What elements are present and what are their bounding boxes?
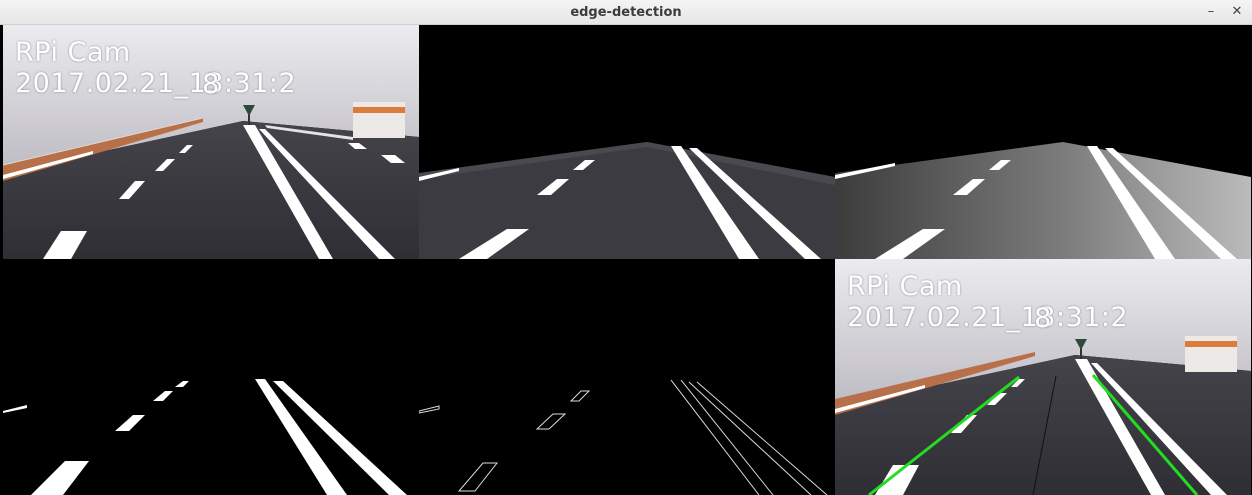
- edges-frame-pane: [419, 259, 835, 495]
- warped-frame-image: [419, 142, 835, 259]
- grayscale-frame-image: [835, 142, 1251, 259]
- warped-frame-pane: [419, 25, 835, 259]
- window-title: edge-detection: [570, 5, 682, 20]
- app-window: edge-detection – ✕ RPi Cam 2017.02.21_13…: [0, 0, 1252, 495]
- edges-frame-image: [419, 379, 828, 495]
- close-icon[interactable]: ✕: [1228, 4, 1246, 20]
- original-timestamp-line2: 8: [202, 69, 220, 100]
- minimize-icon[interactable]: –: [1202, 4, 1220, 20]
- threshold-frame-image: [3, 379, 407, 495]
- result-timestamp-line2: 8: [1034, 303, 1052, 334]
- title-bar[interactable]: edge-detection – ✕: [0, 0, 1252, 25]
- result-frame-pane: RPi Cam 2017.02.21_13:31:2 8: [835, 259, 1251, 495]
- original-frame-pane: RPi Cam 2017.02.21_13:31:2 8: [3, 25, 419, 259]
- threshold-frame-pane: [3, 259, 419, 495]
- grayscale-frame-pane: [835, 25, 1251, 259]
